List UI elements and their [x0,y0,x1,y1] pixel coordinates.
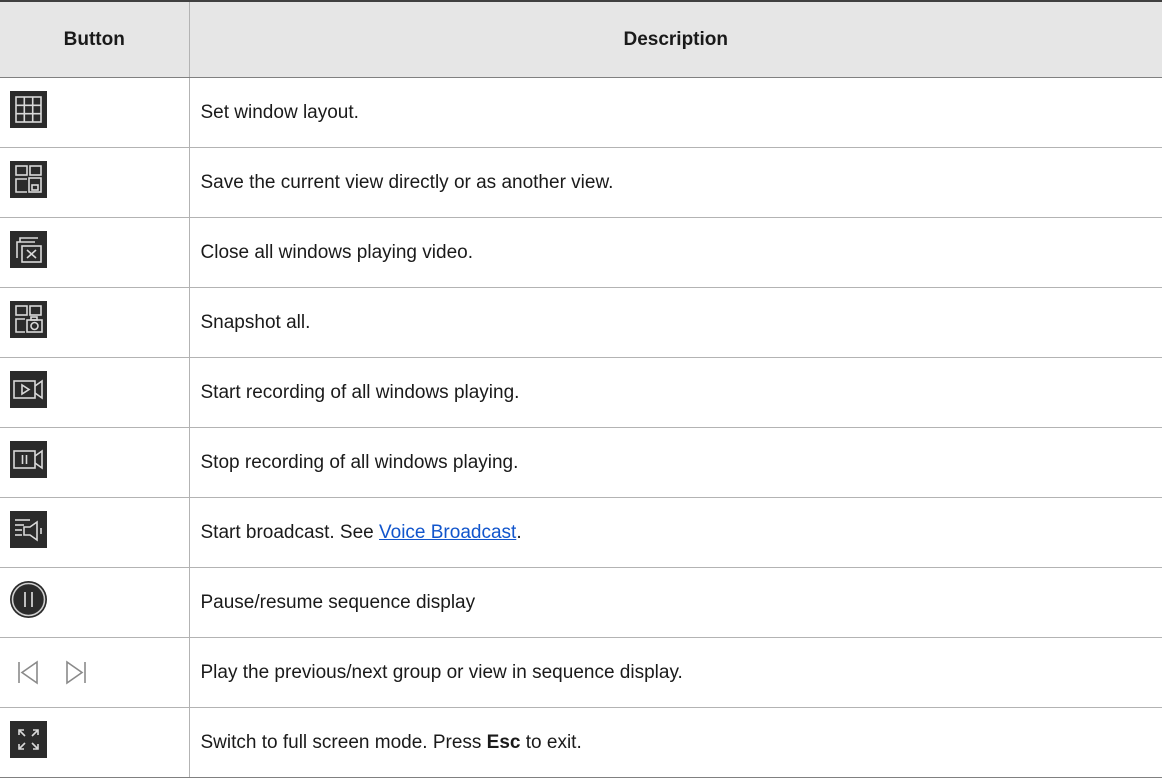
table-header-row: Button Description [0,0,1162,78]
description-text: to exit. [520,731,582,753]
description-cell: Close all windows playing video. [188,217,1162,288]
description-cell: Snapshot all. [188,287,1162,358]
full-screen-icon [10,721,47,758]
window-layout-icon [10,91,47,128]
description-text: . [516,521,522,543]
table-row: Switch to full screen mode. Press Esc to… [0,707,1162,778]
description-cell: Save the current view directly or as ano… [188,147,1162,218]
close-all-windows-icon [10,231,47,268]
description-cell: Start broadcast. See Voice Broadcast. [188,497,1162,568]
table-row: Save the current view directly or as ano… [0,147,1162,218]
description-cell: Play the previous/next group or view in … [188,637,1162,708]
save-view-icon [10,161,47,198]
description-cell: Switch to full screen mode. Press Esc to… [188,707,1162,778]
button-description-table: Button Description Set window layout. Sa… [0,0,1162,778]
snapshot-all-icon [10,301,47,338]
broadcast-icon [10,511,47,548]
table-row: Stop recording of all windows playing. [0,427,1162,498]
header-description: Description [188,0,1162,78]
table-row: Start broadcast. See Voice Broadcast. [0,497,1162,568]
previous-icon [10,654,47,691]
stop-recording-icon [10,441,47,478]
description-cell: Start recording of all windows playing. [188,357,1162,428]
header-button: Button [0,0,189,78]
voice-broadcast-link[interactable]: Voice Broadcast [379,522,516,543]
table-row: Set window layout. [0,77,1162,148]
description-text: Switch to full screen mode. Press [200,731,487,753]
start-recording-icon [10,371,47,408]
pause-resume-icon [10,581,47,618]
description-cell: Set window layout. [188,77,1162,148]
table-row: Start recording of all windows playing. [0,357,1162,428]
esc-key-label: Esc [486,731,521,753]
table-row: Play the previous/next group or view in … [0,637,1162,708]
description-cell: Pause/resume sequence display [188,567,1162,638]
table-row: Snapshot all. [0,287,1162,358]
table-row: Close all windows playing video. [0,217,1162,288]
description-cell: Stop recording of all windows playing. [188,427,1162,498]
next-icon [57,654,94,691]
table-row: Pause/resume sequence display [0,567,1162,638]
description-text: Start broadcast. See [200,521,379,543]
